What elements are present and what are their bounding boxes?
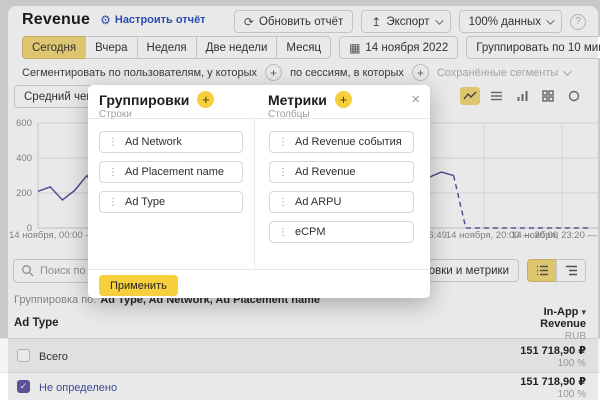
groupings-metrics-modal: × Группировки + Строки Метрики + Столбцы bbox=[88, 85, 430, 298]
drag-handle-icon[interactable]: ⋮ bbox=[278, 137, 288, 148]
add-grouping-button[interactable]: + bbox=[197, 91, 214, 108]
metric-item[interactable]: ⋮ Ad Revenue события bbox=[269, 131, 414, 153]
grouping-item[interactable]: ⋮ Ad Placement name bbox=[99, 161, 243, 183]
metric-item[interactable]: ⋮ Ad ARPU bbox=[269, 191, 414, 213]
add-metric-button[interactable]: + bbox=[335, 91, 352, 108]
close-icon[interactable]: × bbox=[411, 92, 420, 107]
drag-handle-icon[interactable]: ⋮ bbox=[108, 167, 118, 178]
grouping-item[interactable]: ⋮ Ad Type bbox=[99, 191, 243, 213]
drag-handle-icon[interactable]: ⋮ bbox=[108, 197, 118, 208]
drag-handle-icon[interactable]: ⋮ bbox=[278, 227, 288, 238]
apply-button[interactable]: Применить bbox=[99, 275, 178, 296]
app-viewport: Revenue ⚙ Настроить отчёт ⟳ Обновить отч… bbox=[0, 0, 600, 400]
metrics-title: Метрики bbox=[268, 92, 327, 108]
drag-handle-icon[interactable]: ⋮ bbox=[278, 167, 288, 178]
drag-handle-icon[interactable]: ⋮ bbox=[278, 197, 288, 208]
grouping-item[interactable]: ⋮ Ad Network bbox=[99, 131, 243, 153]
metric-item[interactable]: ⋮ Ad Revenue bbox=[269, 161, 414, 183]
metric-item[interactable]: ⋮ eCPM bbox=[269, 221, 414, 243]
drag-handle-icon[interactable]: ⋮ bbox=[108, 137, 118, 148]
groupings-title: Группировки bbox=[99, 92, 189, 108]
